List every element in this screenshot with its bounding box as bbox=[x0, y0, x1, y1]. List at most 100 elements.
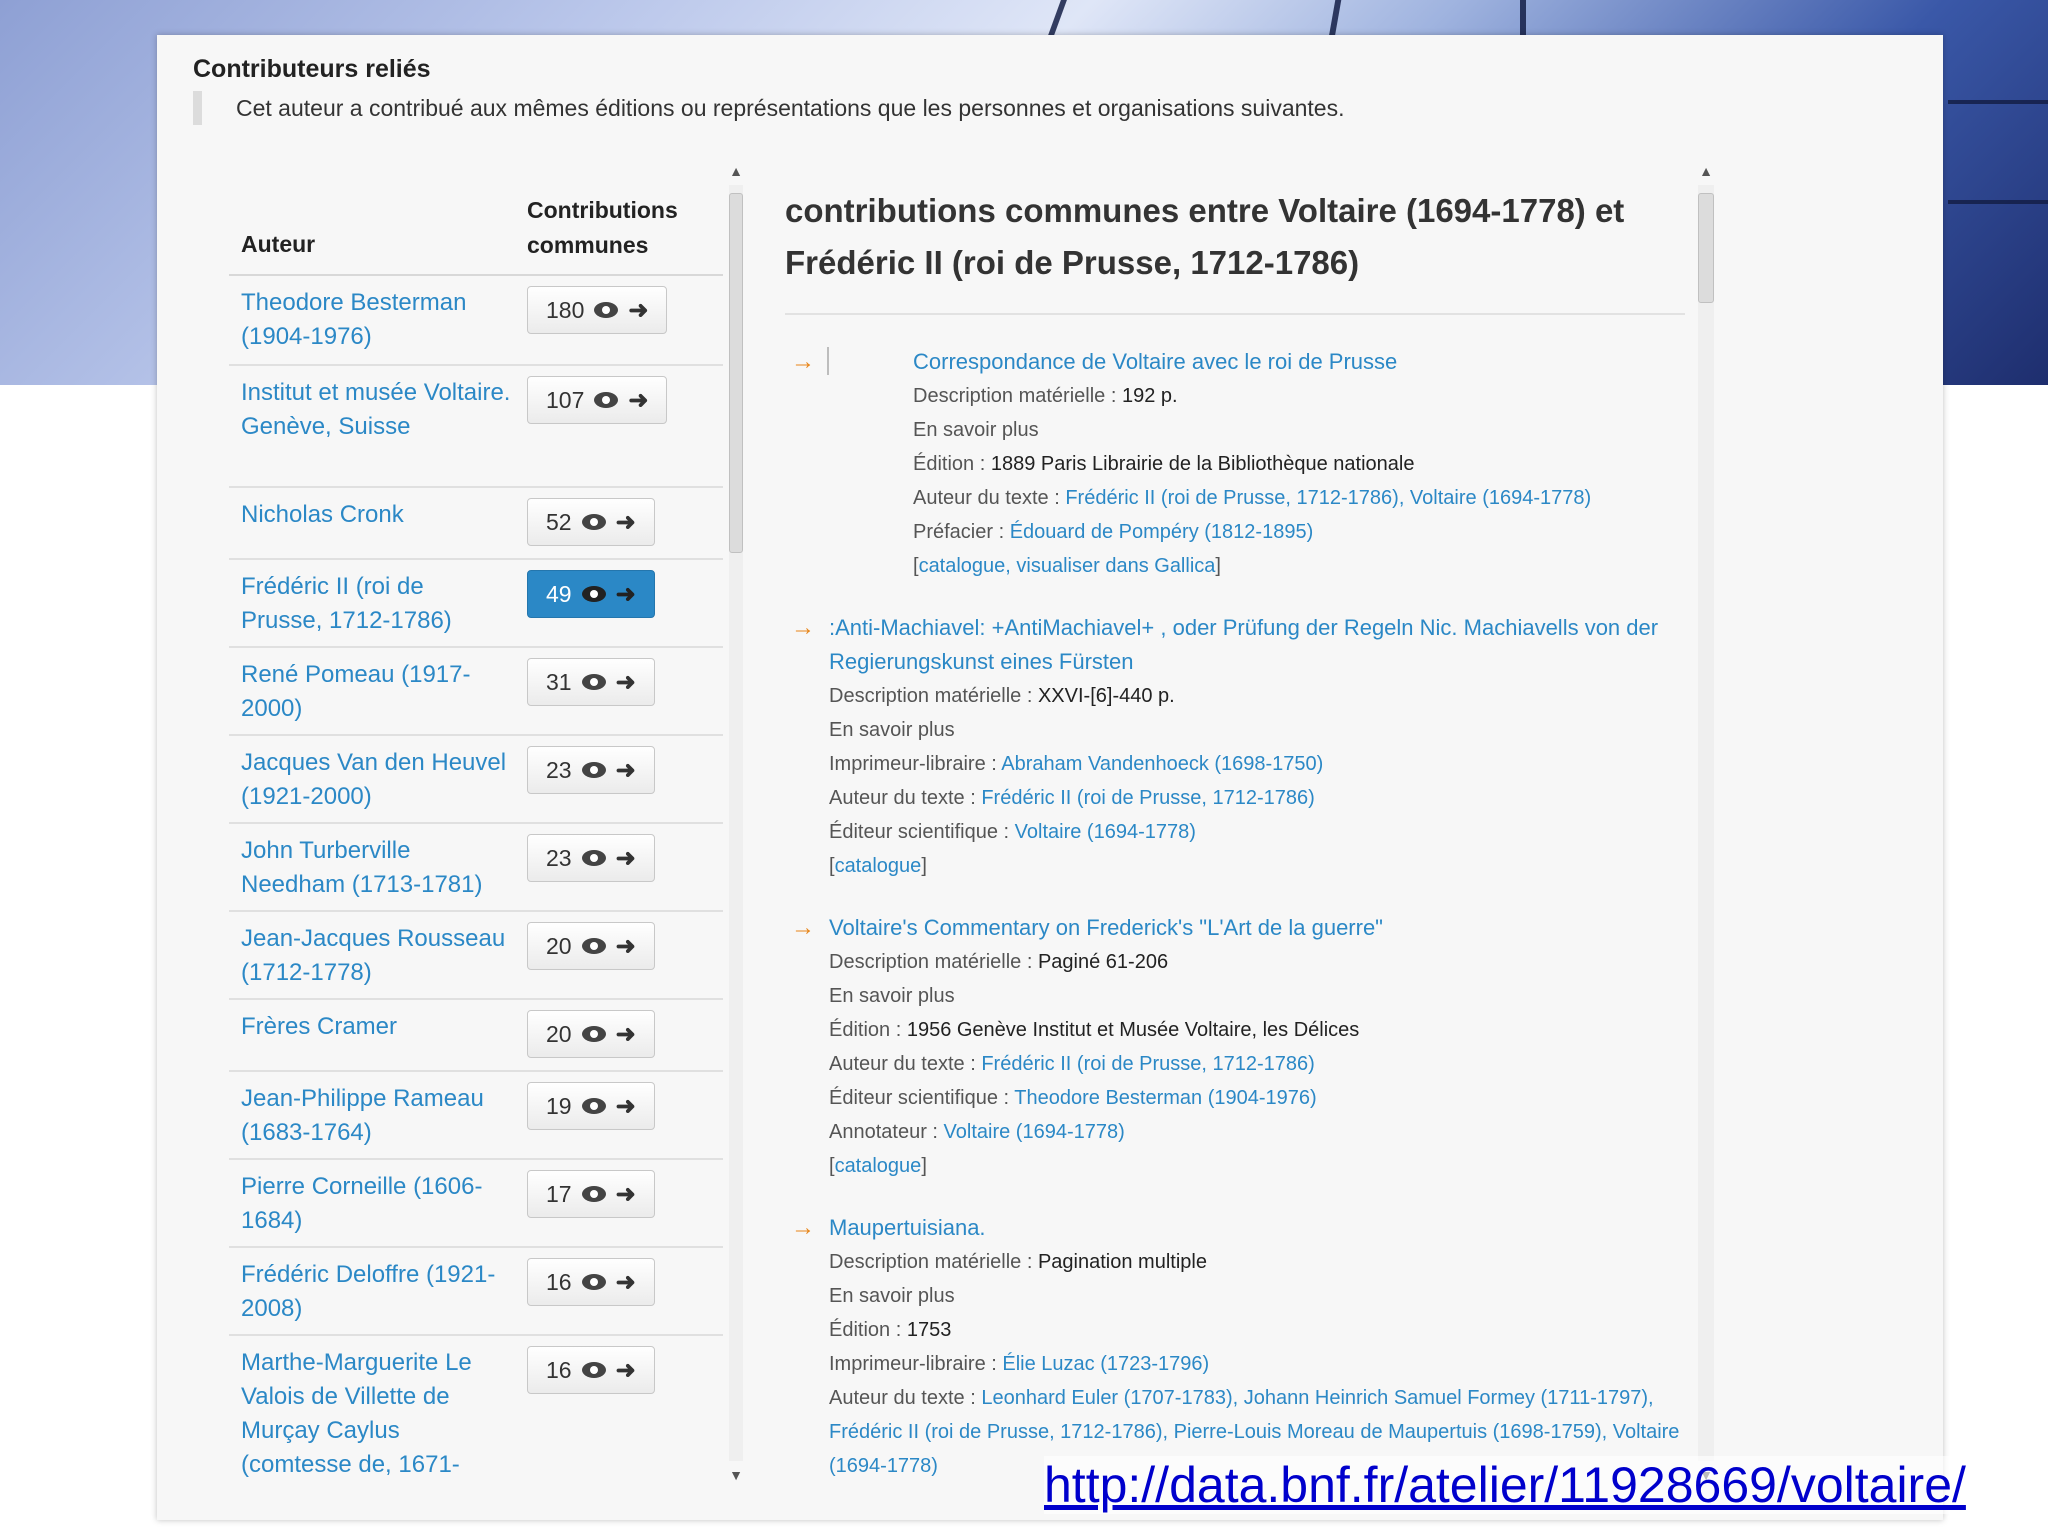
right-scrollbar[interactable]: ▲ ▼ bbox=[1694, 163, 1718, 1483]
contributions-count-button[interactable]: 19 ➜ bbox=[527, 1082, 655, 1130]
scroll-up-icon[interactable]: ▲ bbox=[725, 163, 747, 179]
edition-detail-line: Description matérielle : XXVI-[6]-440 p. bbox=[829, 679, 1685, 713]
left-scrollbar[interactable]: ▲ ▼ bbox=[725, 163, 747, 1483]
edition-detail-line: En savoir plus bbox=[913, 413, 1685, 447]
contributor-name-link[interactable]: Frères Cramer bbox=[241, 1010, 511, 1044]
contributors-table: Auteur Contributions communes Theodore B… bbox=[229, 155, 741, 1485]
contributor-name-link[interactable]: Nicholas Cronk bbox=[241, 498, 511, 532]
detail-label[interactable]: En savoir plus bbox=[829, 1285, 955, 1307]
detail-link[interactable]: catalogue, visualiser dans Gallica bbox=[919, 555, 1216, 577]
edition-detail-line: Préfacier : Édouard de Pompéry (1812-189… bbox=[913, 515, 1685, 549]
detail-link[interactable]: Frédéric II (roi de Prusse, 1712-1786), … bbox=[1065, 487, 1591, 509]
table-row: Marthe-Marguerite Le Valois de Villette … bbox=[229, 1336, 723, 1485]
eye-icon bbox=[581, 1274, 606, 1290]
thumbnail-placeholder bbox=[827, 347, 829, 375]
detail-label: Auteur du texte : bbox=[913, 487, 1066, 509]
arrow-right-icon: ➜ bbox=[615, 580, 636, 608]
contributor-name-link[interactable]: John Turberville Needham (1713-1781) bbox=[241, 834, 511, 902]
contributions-count-button[interactable]: 17 ➜ bbox=[527, 1170, 655, 1218]
eye-icon bbox=[581, 850, 606, 866]
related-contributors-card: Contributeurs reliés Cet auteur a contri… bbox=[157, 35, 1943, 1520]
edition-title-link[interactable]: Voltaire's Commentary on Frederick's "L'… bbox=[829, 911, 1685, 945]
contributor-name-link[interactable]: Frédéric Deloffre (1921-2008) bbox=[241, 1258, 511, 1326]
contributor-name-link[interactable]: Jean-Jacques Rousseau (1712-1778) bbox=[241, 922, 511, 990]
detail-label[interactable]: En savoir plus bbox=[829, 985, 955, 1007]
detail-label: Description matérielle : bbox=[829, 685, 1038, 707]
scroll-down-icon[interactable]: ▼ bbox=[725, 1467, 747, 1483]
edition-detail-line: Annotateur : Voltaire (1694-1778) bbox=[829, 1115, 1685, 1149]
detail-label: Description matérielle : bbox=[913, 385, 1122, 407]
table-row: Frères Cramer 20 ➜ bbox=[229, 1000, 723, 1072]
edition-detail-line: Édition : 1889 Paris Librairie de la Bib… bbox=[913, 447, 1685, 481]
contributions-count-button[interactable]: 20 ➜ bbox=[527, 922, 655, 970]
detail-value: 1889 Paris Librairie de la Bibliothèque … bbox=[990, 453, 1415, 475]
contributor-name-link[interactable]: René Pomeau (1917-2000) bbox=[241, 658, 511, 726]
edition-detail-line: Éditeur scientifique : Theodore Besterma… bbox=[829, 1081, 1685, 1115]
edition-detail-line: Description matérielle : 192 p. bbox=[913, 379, 1685, 413]
table-row: Theodore Besterman (1904-1976) 180 ➜ bbox=[229, 276, 723, 366]
detail-link[interactable]: catalogue bbox=[835, 1155, 922, 1177]
section-description: Cet auteur a contribué aux mêmes édition… bbox=[193, 91, 1345, 125]
contributor-name-link[interactable]: Institut et musée Voltaire. Genève, Suis… bbox=[241, 376, 511, 444]
arrow-right-icon: ➜ bbox=[615, 1020, 636, 1048]
table-row: Institut et musée Voltaire. Genève, Suis… bbox=[229, 366, 723, 488]
contributions-count-button[interactable]: 49 ➜ bbox=[527, 570, 655, 618]
edition-entry: → Correspondance de Voltaire avec le roi … bbox=[785, 345, 1685, 583]
detail-label: Édition : bbox=[829, 1319, 907, 1341]
contributions-count-button[interactable]: 107 ➜ bbox=[527, 376, 668, 424]
arrow-bullet-icon: → bbox=[791, 348, 815, 375]
scroll-track[interactable] bbox=[729, 185, 743, 1461]
detail-link[interactable]: catalogue bbox=[835, 855, 922, 877]
table-row: John Turberville Needham (1713-1781) 23 ➜ bbox=[229, 824, 723, 912]
detail-link[interactable]: Édouard de Pompéry (1812-1895) bbox=[1010, 521, 1314, 543]
detail-label: Auteur du texte : bbox=[829, 1387, 982, 1409]
edition-title-link[interactable]: :Anti-Machiavel: +AntiMachiavel+ , oder … bbox=[829, 611, 1685, 679]
detail-bracket: ] bbox=[921, 1155, 927, 1177]
edition-detail-line: Description matérielle : Paginé 61-206 bbox=[829, 945, 1685, 979]
contributor-name-link[interactable]: Frédéric II (roi de Prusse, 1712-1786) bbox=[241, 570, 511, 638]
scroll-thumb[interactable] bbox=[1698, 193, 1714, 303]
contributions-count-button[interactable]: 31 ➜ bbox=[527, 658, 655, 706]
detail-label: Préfacier : bbox=[913, 521, 1010, 543]
edition-title-link[interactable]: Correspondance de Voltaire avec le roi d… bbox=[913, 345, 1685, 379]
contributions-count: 52 bbox=[546, 508, 572, 535]
table-row: René Pomeau (1917-2000) 31 ➜ bbox=[229, 648, 723, 736]
arrow-bullet-icon: → bbox=[791, 914, 815, 941]
scroll-track[interactable] bbox=[1698, 185, 1714, 1461]
detail-link[interactable]: Theodore Besterman (1904-1976) bbox=[1014, 1087, 1316, 1109]
detail-label[interactable]: En savoir plus bbox=[913, 419, 1039, 441]
scroll-thumb[interactable] bbox=[729, 193, 743, 553]
detail-label: Imprimeur-libraire : bbox=[829, 1353, 1003, 1375]
contributions-count-button[interactable]: 180 ➜ bbox=[527, 286, 668, 334]
detail-link[interactable]: Élie Luzac (1723-1796) bbox=[1002, 1353, 1209, 1375]
contributions-count-button[interactable]: 16 ➜ bbox=[527, 1346, 655, 1394]
contributions-count-button[interactable]: 20 ➜ bbox=[527, 1010, 655, 1058]
eye-icon bbox=[581, 586, 606, 602]
contributions-count-button[interactable]: 52 ➜ bbox=[527, 498, 655, 546]
edition-title-link[interactable]: Maupertuisiana. bbox=[829, 1211, 1685, 1245]
detail-link[interactable]: Voltaire (1694-1778) bbox=[1015, 821, 1196, 843]
contributor-name-link[interactable]: Marthe-Marguerite Le Valois de Villette … bbox=[241, 1346, 511, 1485]
contributor-name-link[interactable]: Jean-Philippe Rameau (1683-1764) bbox=[241, 1082, 511, 1150]
contributions-count: 20 bbox=[546, 932, 572, 959]
detail-link[interactable]: Voltaire (1694-1778) bbox=[944, 1121, 1125, 1143]
detail-label: Annotateur : bbox=[829, 1121, 944, 1143]
contributor-name-link[interactable]: Theodore Besterman (1904-1976) bbox=[241, 286, 511, 354]
contributions-count-button[interactable]: 23 ➜ bbox=[527, 834, 655, 882]
detail-link[interactable]: Frédéric II (roi de Prusse, 1712-1786) bbox=[981, 787, 1315, 809]
contributor-rows: Theodore Besterman (1904-1976) 180 ➜ Instit… bbox=[229, 276, 723, 1485]
detail-label: Édition : bbox=[829, 1019, 907, 1041]
detail-link[interactable]: Frédéric II (roi de Prusse, 1712-1786) bbox=[981, 1053, 1315, 1075]
contributions-count-button[interactable]: 23 ➜ bbox=[527, 746, 655, 794]
footer-url-link[interactable]: http://data.bnf.fr/atelier/11928669/volt… bbox=[1044, 1456, 1966, 1514]
contributions-count: 16 bbox=[546, 1356, 572, 1383]
edition-detail-line: Édition : 1753 bbox=[829, 1313, 1685, 1347]
contributions-count-button[interactable]: 16 ➜ bbox=[527, 1258, 655, 1306]
contributor-name-link[interactable]: Pierre Corneille (1606-1684) bbox=[241, 1170, 511, 1238]
detail-label[interactable]: En savoir plus bbox=[829, 719, 955, 741]
arrow-right-icon: ➜ bbox=[628, 386, 649, 414]
detail-link[interactable]: Abraham Vandenhoeck (1698-1750) bbox=[1001, 753, 1323, 775]
table-row: Jean-Jacques Rousseau (1712-1778) 20 ➜ bbox=[229, 912, 723, 1000]
contributor-name-link[interactable]: Jacques Van den Heuvel (1921-2000) bbox=[241, 746, 511, 814]
scroll-up-icon[interactable]: ▲ bbox=[1694, 163, 1718, 179]
